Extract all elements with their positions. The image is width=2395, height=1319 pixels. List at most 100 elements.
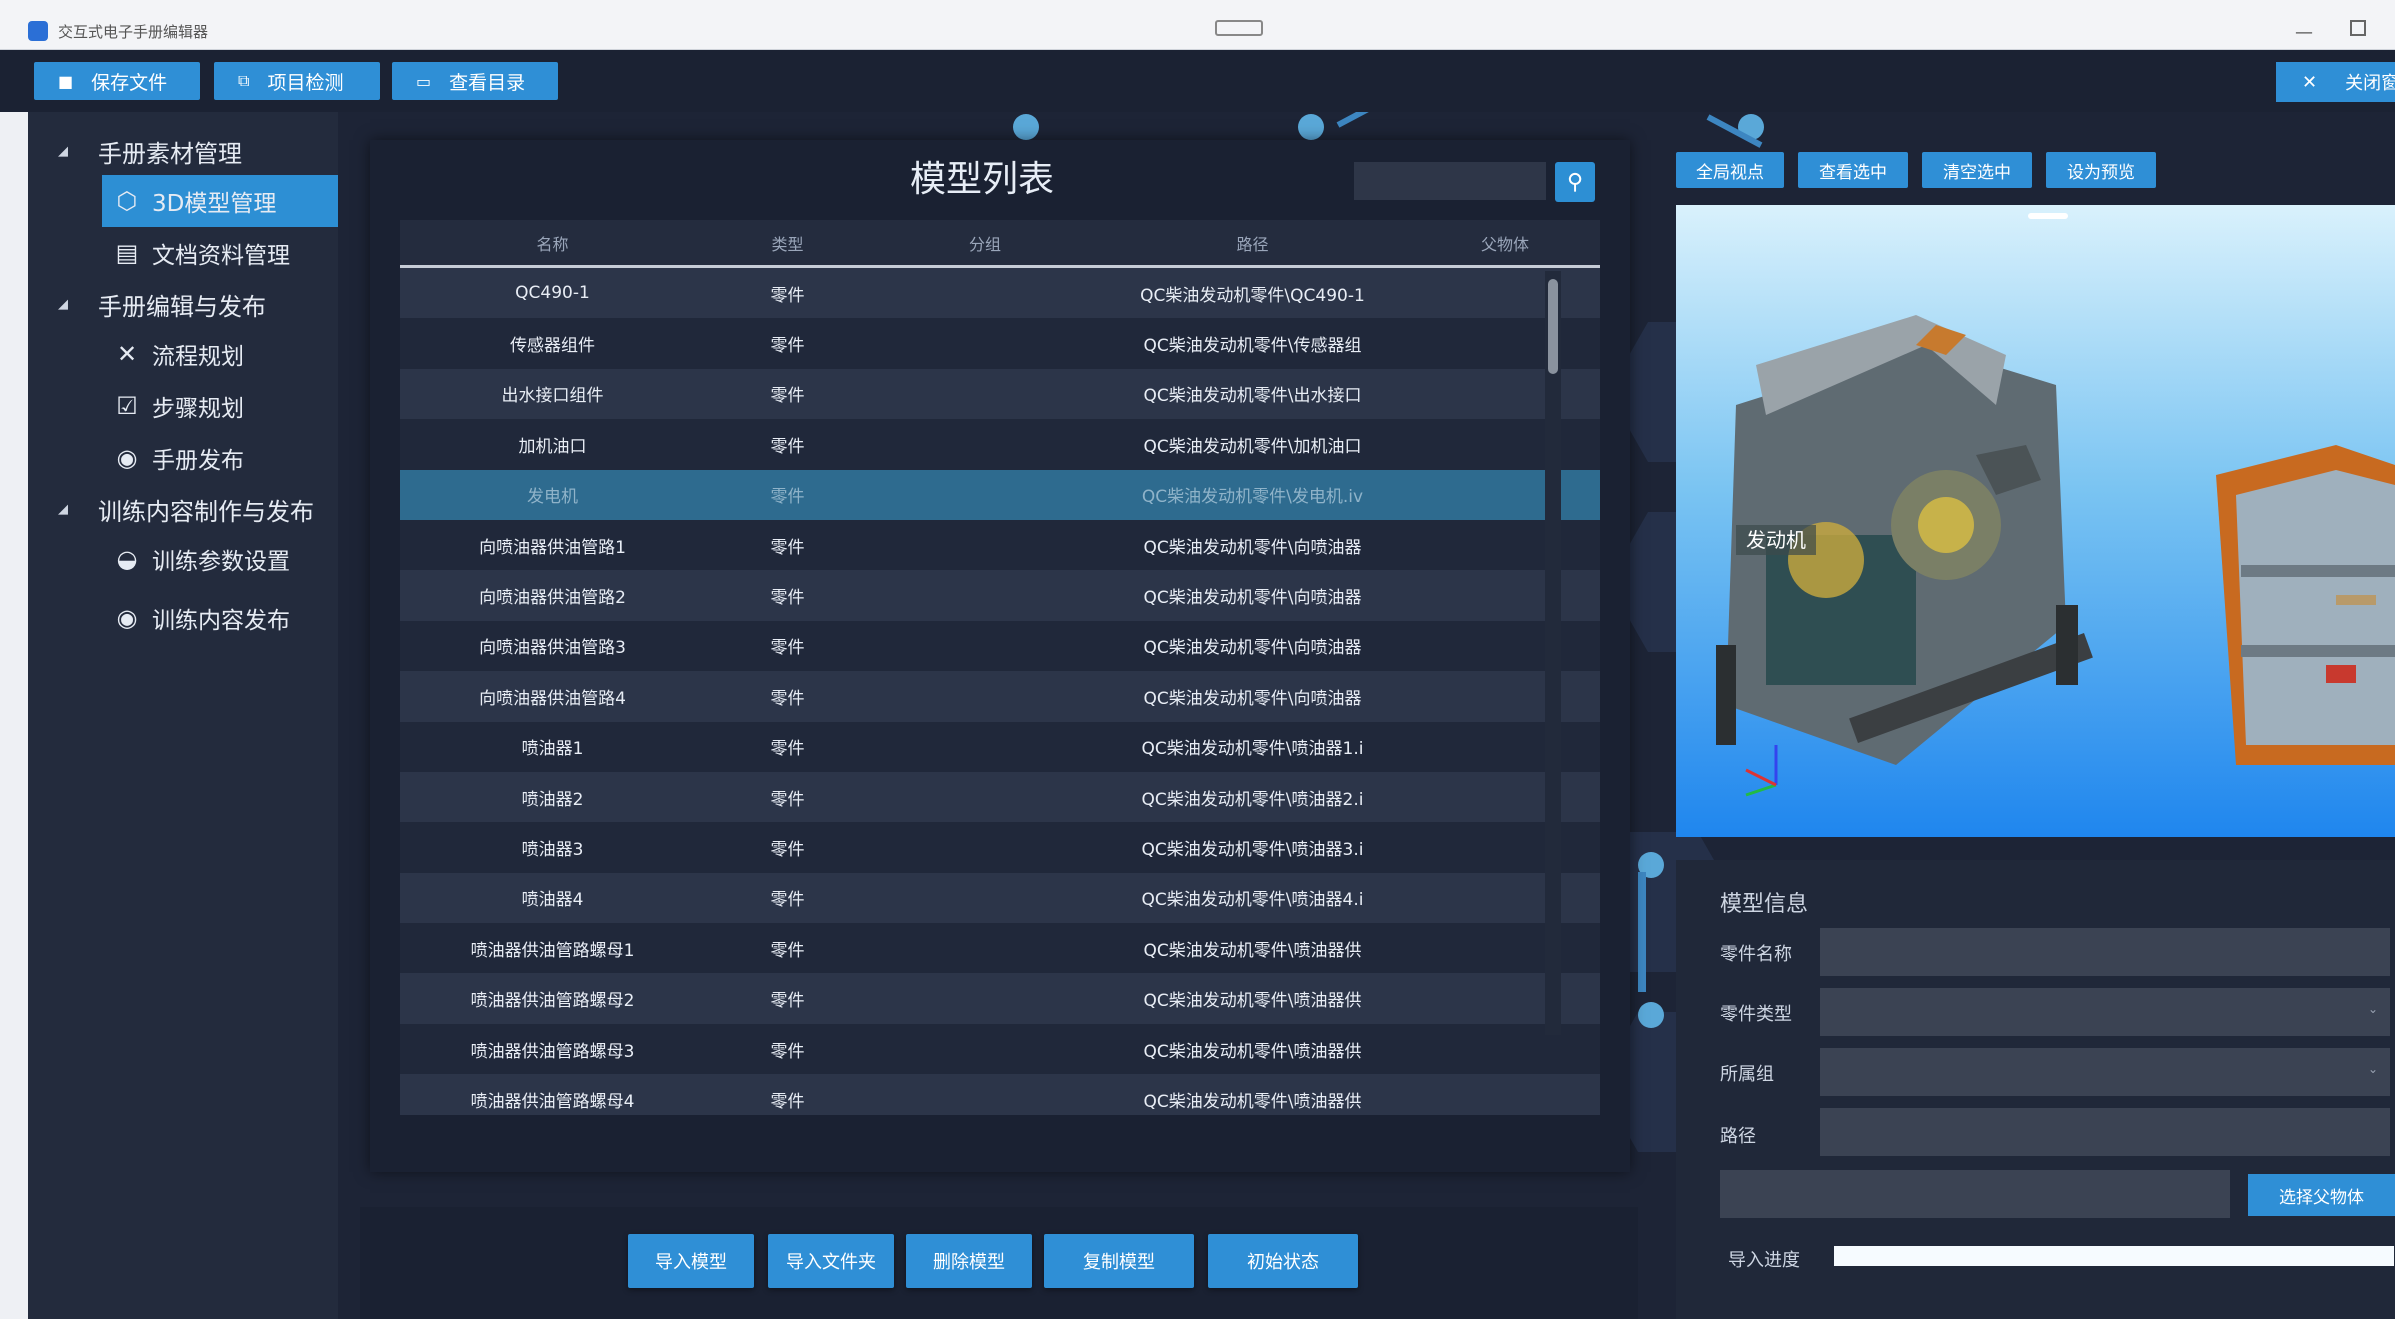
set-preview-button[interactable]: 设为预览 xyxy=(2046,152,2156,188)
column-header-group[interactable]: 分组 xyxy=(870,231,1100,255)
table-row[interactable]: 喷油器供油管路螺母4 零件 QC柴油发动机零件\喷油器供 xyxy=(400,1074,1600,1115)
column-header-type[interactable]: 类型 xyxy=(705,231,870,255)
part-name-label: 零件名称 xyxy=(1720,944,1792,965)
part-name-input[interactable] xyxy=(1820,928,2390,976)
table-row[interactable]: 传感器组件 零件 QC柴油发动机零件\传感器组 xyxy=(400,318,1600,369)
sidebar-item-process-planning[interactable]: ✕ 流程规划 xyxy=(102,328,358,380)
table-row[interactable]: 喷油器1 零件 QC柴油发动机零件\喷油器1.i xyxy=(400,721,1600,772)
table-row[interactable]: 加机油口 零件 QC柴油发动机零件\加机油口 xyxy=(400,419,1600,470)
table-row[interactable]: 喷油器4 零件 QC柴油发动机零件\喷油器4.i xyxy=(400,872,1600,924)
cell-type: 零件 xyxy=(770,940,805,961)
table-row[interactable]: 喷油器供油管路螺母3 零件 QC柴油发动机零件\喷油器供 xyxy=(400,1023,1600,1075)
initial-state-button[interactable]: 初始状态 xyxy=(1208,1234,1358,1288)
sidebar: ◢ 手册素材管理 ⬡ 3D模型管理 ▤ 文档资料管理 ◢ 手册编辑与发布 ✕ 流… xyxy=(28,112,358,1319)
close-icon: ✕ xyxy=(2302,71,2318,93)
close-window-button[interactable]: ✕ 关闭窗 xyxy=(2276,62,2395,102)
cell-type: 零件 xyxy=(770,789,805,810)
table-row[interactable]: 向喷油器供油管路3 零件 QC柴油发动机零件\向喷油器 xyxy=(400,620,1600,672)
3d-viewport[interactable]: 发动机 xyxy=(1676,205,2395,837)
toolbar: ■ 保存文件 ⧉ 项目检测 ▭ 查看目录 xyxy=(0,50,2395,112)
node-dot xyxy=(1013,114,1039,140)
cell-type: 零件 xyxy=(770,285,805,306)
tree-group-training[interactable]: ◢ 训练内容制作与发布 xyxy=(28,492,314,527)
path-input[interactable] xyxy=(1820,1108,2390,1156)
window-left-edge xyxy=(0,50,28,1319)
cell-type: 零件 xyxy=(770,487,805,508)
table-row[interactable]: 喷油器供油管路螺母1 零件 QC柴油发动机零件\喷油器供 xyxy=(400,923,1600,974)
cell-path: QC柴油发动机零件\出水接口 xyxy=(1143,386,1362,407)
caret-down-icon[interactable]: ◢ xyxy=(28,297,98,312)
sidebar-item-training-params[interactable]: ◒ 训练参数设置 xyxy=(102,533,358,585)
column-header-path[interactable]: 路径 xyxy=(1100,231,1405,255)
cell-name: 喷油器供油管路螺母2 xyxy=(470,991,635,1012)
bottom-action-bar: 导入模型 导入文件夹 删除模型 复制模型 初始状态 xyxy=(360,1207,1638,1319)
delete-model-button[interactable]: 删除模型 xyxy=(906,1234,1032,1288)
sidebar-item-3d-models[interactable]: ⬡ 3D模型管理 xyxy=(102,175,358,227)
table-row[interactable]: QC490-1 零件 QC柴油发动机零件\QC490-1 xyxy=(400,268,1600,319)
cell-name: 喷油器供油管路螺母4 xyxy=(470,1091,635,1112)
cell-name: 向喷油器供油管路2 xyxy=(479,588,626,609)
import-progress-label: 导入进度 xyxy=(1728,1250,1800,1271)
sidebar-item-training-publish[interactable]: ◉ 训练内容发布 xyxy=(102,592,358,644)
table-row[interactable]: 向喷油器供油管路4 零件 QC柴油发动机零件\向喷油器 xyxy=(400,671,1600,722)
cell-path: QC柴油发动机零件\向喷油器 xyxy=(1143,688,1362,709)
parent-object-field[interactable] xyxy=(1720,1170,2230,1218)
table-header: 名称 类型 分组 路径 父物体 xyxy=(400,220,1600,268)
search-button[interactable]: ⚲ xyxy=(1555,162,1595,202)
table-row[interactable]: 向喷油器供油管路2 零件 QC柴油发动机零件\向喷油器 xyxy=(400,570,1600,621)
minimize-icon[interactable]: — xyxy=(2295,22,2313,43)
cell-name: 出水接口组件 xyxy=(501,386,604,407)
import-folder-button[interactable]: 导入文件夹 xyxy=(768,1234,894,1288)
cube-icon: ⬡ xyxy=(116,187,138,215)
sidebar-item-label: 手册发布 xyxy=(152,448,244,474)
sidebar-item-documents[interactable]: ▤ 文档资料管理 xyxy=(102,227,358,279)
copy-model-button[interactable]: 复制模型 xyxy=(1044,1234,1194,1288)
import-model-button[interactable]: 导入模型 xyxy=(628,1234,754,1288)
table-row[interactable]: 喷油器3 零件 QC柴油发动机零件\喷油器3.i xyxy=(400,822,1600,873)
sidebar-item-step-planning[interactable]: ☑ 步骤规划 xyxy=(102,380,358,432)
cell-name: 加机油口 xyxy=(518,436,587,457)
table-scrollbar[interactable] xyxy=(1545,271,1561,1035)
view-catalog-button[interactable]: ▭ 查看目录 xyxy=(392,62,558,100)
cell-path: QC柴油发动机零件\喷油器供 xyxy=(1143,940,1362,961)
tree-group-materials[interactable]: ◢ 手册素材管理 xyxy=(28,134,242,169)
sidebar-item-manual-publish[interactable]: ◉ 手册发布 xyxy=(102,432,358,484)
view-selected-button[interactable]: 查看选中 xyxy=(1798,152,1908,188)
cell-name: QC490-1 xyxy=(515,283,590,304)
select-parent-button[interactable]: 选择父物体 xyxy=(2248,1174,2395,1216)
group-label: 所属组 xyxy=(1720,1064,1774,1085)
drag-handle-icon[interactable] xyxy=(1215,20,1263,36)
search-input[interactable] xyxy=(1354,162,1546,200)
catalog-icon: ▭ xyxy=(416,71,432,91)
table-row[interactable]: 发电机 零件 QC柴油发动机零件\发电机.iv xyxy=(400,469,1600,520)
group-select[interactable]: ⌄ xyxy=(1820,1048,2390,1096)
title-bar: 交互式电子手册编辑器 — xyxy=(0,0,2395,50)
table-row[interactable]: 向喷油器供油管路1 零件 QC柴油发动机零件\向喷油器 xyxy=(400,519,1600,571)
maximize-icon[interactable] xyxy=(2350,20,2366,36)
table-row[interactable]: 喷油器2 零件 QC柴油发动机零件\喷油器2.i xyxy=(400,771,1600,823)
part-type-select[interactable]: ⌄ xyxy=(1820,988,2390,1036)
scrollbar-thumb[interactable] xyxy=(1548,279,1558,374)
project-check-label: 项目检测 xyxy=(267,71,344,94)
cell-path: QC柴油发动机零件\喷油器供 xyxy=(1143,991,1362,1012)
page-title: 模型列表 xyxy=(910,159,1055,200)
global-view-button[interactable]: 全局视点 xyxy=(1676,152,1784,188)
model-info-title: 模型信息 xyxy=(1720,892,1809,917)
cell-name: 喷油器供油管路螺母3 xyxy=(470,1041,635,1062)
table-row[interactable]: 出水接口组件 零件 QC柴油发动机零件\出水接口 xyxy=(400,368,1600,420)
tree-group-editing[interactable]: ◢ 手册编辑与发布 xyxy=(28,287,266,322)
engine-model-render[interactable]: 发动机 xyxy=(1676,205,2395,837)
sidebar-item-label: 3D模型管理 xyxy=(152,191,277,217)
project-check-button[interactable]: ⧉ 项目检测 xyxy=(214,62,380,100)
clear-selected-button[interactable]: 清空选中 xyxy=(1922,152,2032,188)
table-row[interactable]: 喷油器供油管路螺母2 零件 QC柴油发动机零件\喷油器供 xyxy=(400,973,1600,1024)
cell-type: 零件 xyxy=(770,436,805,457)
save-file-button[interactable]: ■ 保存文件 xyxy=(34,62,200,100)
column-header-parent[interactable]: 父物体 xyxy=(1405,231,1600,255)
column-header-name[interactable]: 名称 xyxy=(400,231,705,255)
caret-down-icon[interactable]: ◢ xyxy=(28,502,98,517)
cell-name: 喷油器1 xyxy=(521,739,584,760)
caret-down-icon[interactable]: ◢ xyxy=(28,144,98,159)
line-decoration xyxy=(1638,872,1646,992)
cell-path: QC柴油发动机零件\喷油器供 xyxy=(1143,1041,1362,1062)
